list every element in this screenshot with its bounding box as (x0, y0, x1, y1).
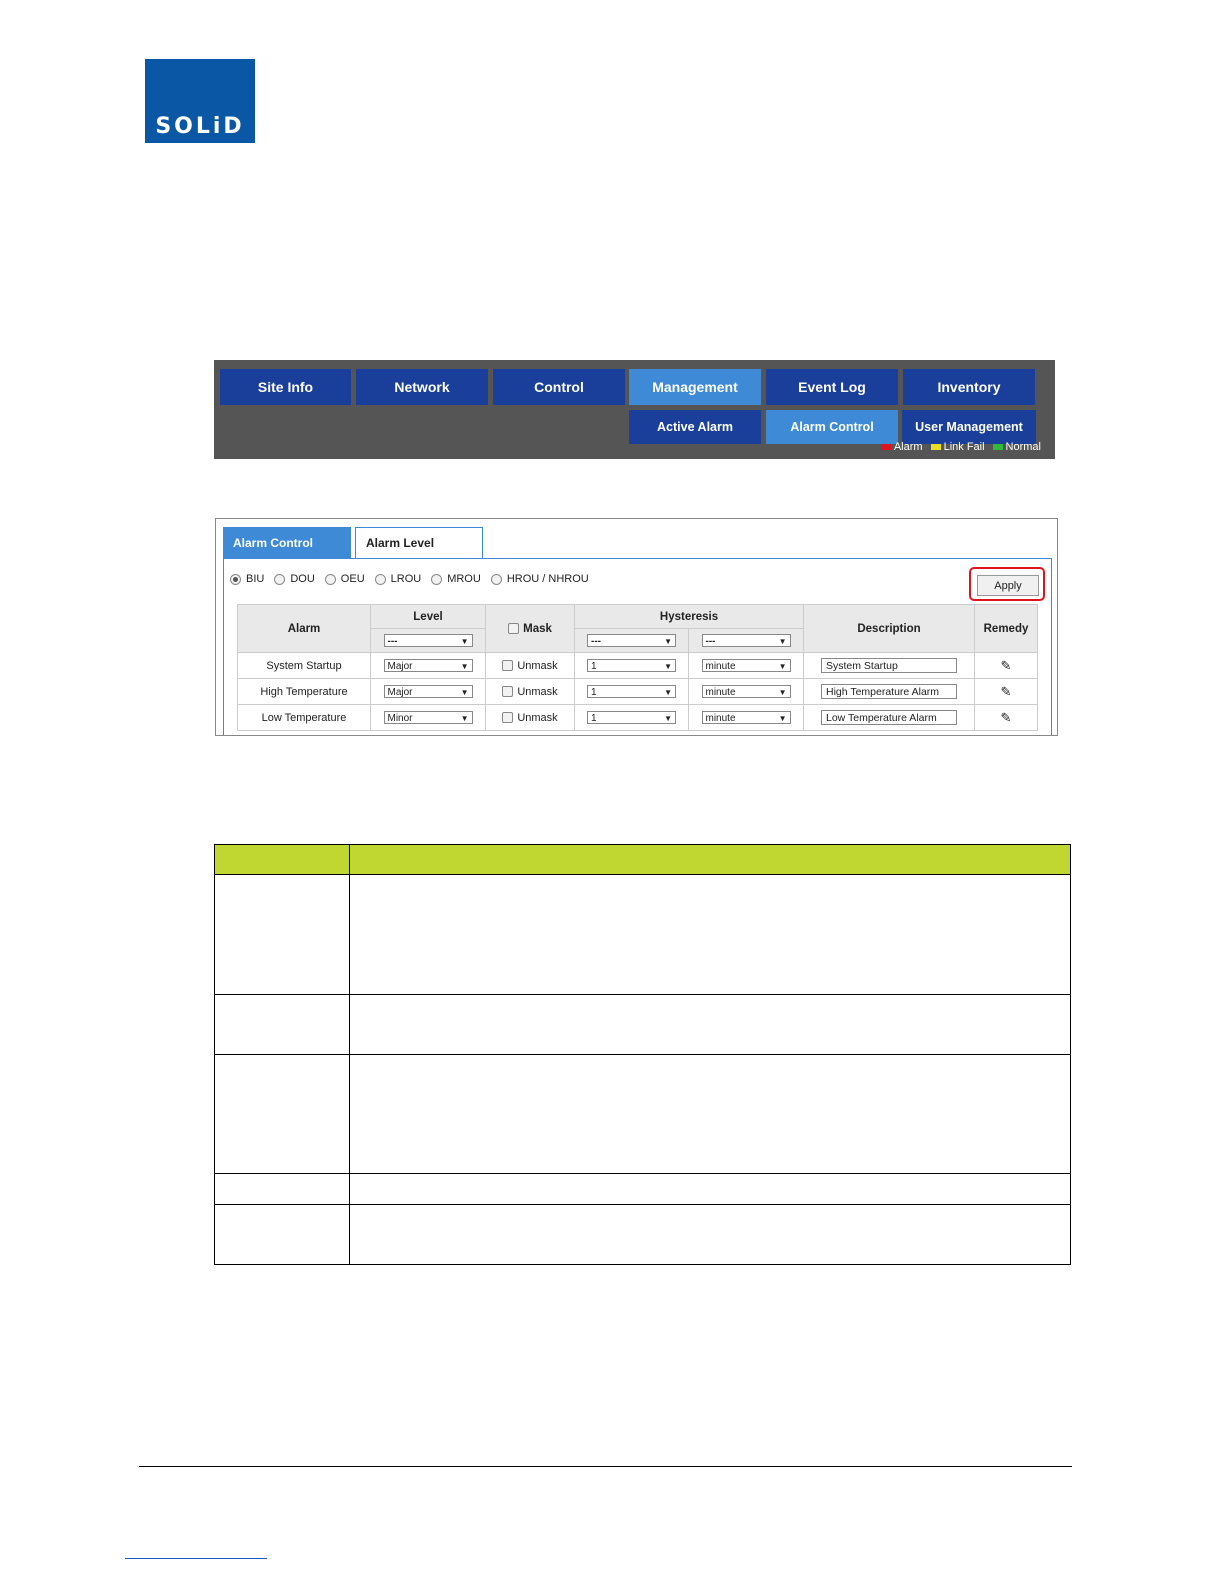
hysteresis-unit-select[interactable]: minute (701, 659, 791, 673)
subnav-active-alarm[interactable]: Active Alarm (629, 410, 761, 444)
table-row: Low Temperature Minor Unmask 1 minute Lo… (237, 704, 1038, 731)
hysteresis-value-select[interactable]: 1 (587, 711, 676, 725)
mask-checkbox[interactable] (502, 712, 514, 724)
description-input[interactable]: System Startup (821, 658, 957, 673)
description-table-header (214, 844, 1072, 875)
footer-rule (139, 1466, 1072, 1467)
level-filter-cell: --- (370, 628, 486, 653)
edit-icon[interactable]: ✎ (1001, 684, 1012, 699)
tab-alarm-control[interactable]: Alarm Control (223, 527, 351, 558)
level-select[interactable]: Major (383, 659, 473, 673)
mask-cell: Unmask (485, 704, 575, 731)
table-row (214, 874, 1072, 995)
header-alarm: Alarm (237, 604, 371, 653)
header-remedy: Remedy (974, 604, 1038, 653)
description-input[interactable]: Low Temperature Alarm (821, 710, 957, 725)
alarm-name: System Startup (237, 652, 371, 679)
table-row (214, 994, 1072, 1055)
subnav-alarm-control[interactable]: Alarm Control (766, 410, 898, 444)
alarm-name: Low Temperature (237, 704, 371, 731)
alarm-control-panel: Alarm Control Alarm Level BIU DOU OEU LR… (215, 518, 1058, 736)
description-table (214, 844, 1072, 1265)
table-row: High Temperature Major Unmask 1 minute H… (237, 678, 1038, 705)
header-mask: Mask (485, 604, 575, 653)
radio-biu[interactable]: BIU (230, 573, 264, 585)
mask-all-checkbox[interactable] (508, 622, 520, 634)
status-legend: Alarm Link Fail Normal (880, 441, 1041, 453)
hyst-unit-filter-cell: --- (688, 628, 804, 653)
subnav-user-management[interactable]: User Management (902, 410, 1036, 444)
solid-logo: SOLiD (145, 59, 255, 143)
hysteresis-unit-filter-select[interactable]: --- (701, 634, 791, 648)
legend-link-fail: Link Fail (930, 441, 985, 453)
mask-cell: Unmask (485, 652, 575, 679)
table-row (214, 1054, 1072, 1174)
footer-link-underline (125, 1558, 267, 1559)
edit-icon[interactable]: ✎ (1001, 710, 1012, 725)
tab-alarm-level[interactable]: Alarm Level (355, 527, 483, 558)
table-row (214, 1204, 1072, 1265)
nav-tab-inventory[interactable]: Inventory (903, 369, 1035, 405)
level-filter-select[interactable]: --- (383, 634, 473, 648)
hysteresis-value-select[interactable]: 1 (587, 685, 676, 699)
hysteresis-unit-select[interactable]: minute (701, 711, 791, 725)
nav-tab-control[interactable]: Control (493, 369, 625, 405)
radio-lrou[interactable]: LROU (374, 573, 421, 585)
alarm-table: Alarm Level Mask Hysteresis Description … (237, 604, 1038, 731)
nav-tab-event-log[interactable]: Event Log (766, 369, 898, 405)
mask-checkbox[interactable] (502, 660, 514, 672)
hysteresis-value-select[interactable]: 1 (587, 659, 676, 673)
nav-tab-management[interactable]: Management (629, 369, 761, 405)
radio-mrou[interactable]: MROU (431, 573, 481, 585)
table-row (214, 1173, 1072, 1205)
description-input[interactable]: High Temperature Alarm (821, 684, 957, 699)
radio-oeu[interactable]: OEU (324, 573, 365, 585)
table-row: System Startup Major Unmask 1 minute Sys… (237, 652, 1038, 679)
hysteresis-unit-select[interactable]: minute (701, 685, 791, 699)
unit-selector: BIU DOU OEU LROU MROU HROU / NHROU (230, 573, 589, 585)
legend-normal: Normal (992, 441, 1041, 453)
nav-tab-network[interactable]: Network (356, 369, 488, 405)
mask-checkbox[interactable] (502, 686, 514, 698)
logo-text: SOLiD (155, 114, 245, 139)
hysteresis-value-filter-select[interactable]: --- (587, 634, 676, 648)
radio-dou[interactable]: DOU (274, 573, 315, 585)
apply-button[interactable]: Apply (977, 575, 1039, 596)
level-select[interactable]: Major (383, 685, 473, 699)
edit-icon[interactable]: ✎ (1001, 658, 1012, 673)
header-description: Description (803, 604, 975, 653)
level-select[interactable]: Minor (383, 711, 473, 725)
nav-tab-site-info[interactable]: Site Info (220, 369, 351, 405)
radio-hrou-nhrou[interactable]: HROU / NHROU (490, 573, 589, 585)
apply-highlight: Apply (969, 567, 1045, 601)
mask-cell: Unmask (485, 678, 575, 705)
header-hysteresis: Hysteresis (574, 604, 804, 629)
hyst-value-filter-cell: --- (574, 628, 689, 653)
legend-alarm: Alarm (880, 441, 923, 453)
header-level: Level (370, 604, 486, 629)
alarm-name: High Temperature (237, 678, 371, 705)
main-navigation: Site Info Network Control Management Eve… (214, 360, 1055, 459)
